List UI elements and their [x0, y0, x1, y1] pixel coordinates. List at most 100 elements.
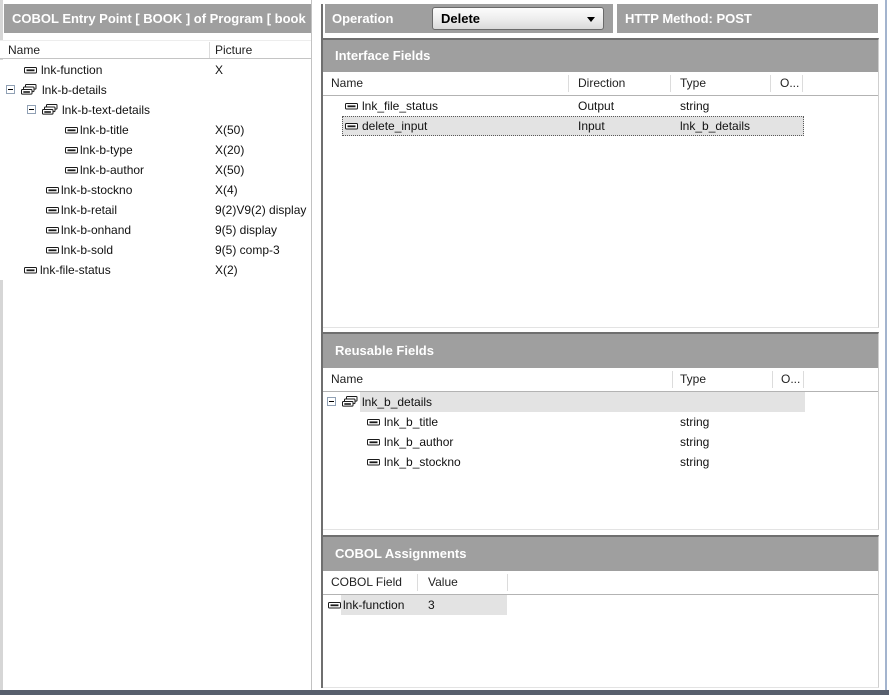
column-header-picture[interactable]: Picture: [215, 43, 252, 57]
column-header-name[interactable]: Name: [331, 76, 363, 90]
tree-row-picture: X(50): [215, 163, 244, 177]
cell-direction: Output: [578, 99, 614, 113]
reusable-field-row-lnk-b-title[interactable]: lnk_b_title string: [323, 412, 878, 432]
cell-cobol-field: lnk-function: [343, 598, 404, 612]
cell-type: string: [680, 99, 709, 113]
reusable-fields-header: Name Type O...: [323, 368, 878, 392]
http-method-bar: HTTP Method: POST: [617, 4, 878, 33]
column-separator[interactable]: [770, 75, 771, 92]
tree-row-label: lnk-b-details: [42, 83, 107, 97]
cell-name: lnk_b_details: [362, 395, 432, 409]
interface-field-row-lnk-file-status[interactable]: lnk_file_status Output string: [323, 96, 878, 116]
operation-dropdown-value: Delete: [441, 11, 480, 26]
reusable-field-row-lnk-b-author[interactable]: lnk_b_author string: [323, 432, 878, 452]
field-icon: [367, 417, 381, 427]
cell-type: string: [680, 415, 709, 429]
field-icon: [65, 165, 79, 175]
field-icon: [367, 457, 381, 467]
tree-row-lnk-b-title[interactable]: lnk-b-title X(50): [0, 120, 311, 140]
tree-row-label: lnk-b-author: [80, 163, 144, 177]
tree-row-lnk-file-status[interactable]: lnk-file-status X(2): [0, 260, 311, 280]
tree-row-picture: X(4): [215, 183, 238, 197]
tree-row-picture: X(50): [215, 123, 244, 137]
column-header-type[interactable]: Type: [680, 372, 706, 386]
column-header-name[interactable]: Name: [8, 43, 40, 57]
column-separator[interactable]: [670, 75, 671, 92]
cell-name: lnk_b_author: [384, 435, 453, 449]
tree-row-lnk-b-type[interactable]: lnk-b-type X(20): [0, 140, 311, 160]
tree-row-picture: X(20): [215, 143, 244, 157]
column-separator[interactable]: [568, 75, 569, 92]
reusable-field-row-lnk-b-details[interactable]: lnk_b_details: [323, 392, 878, 412]
column-separator[interactable]: [507, 574, 508, 591]
tree-row-picture: 9(2)V9(2) display: [215, 203, 306, 217]
tree-row-lnk-b-stockno[interactable]: lnk-b-stockno X(4): [0, 180, 311, 200]
tree-row-label: lnk-b-type: [80, 143, 133, 157]
tree-row-lnk-b-text-details[interactable]: lnk-b-text-details: [0, 100, 311, 120]
tree-row-lnk-b-sold[interactable]: lnk-b-sold 9(5) comp-3: [0, 240, 311, 260]
tree-row-label: lnk-b-stockno: [61, 183, 132, 197]
group-icon: [42, 104, 58, 116]
column-header-optional[interactable]: O...: [781, 372, 800, 386]
cobol-assignments-section: COBOL Assignments COBOL Field Value lnk-…: [323, 535, 879, 688]
tree-row-picture: X(2): [215, 263, 238, 277]
window-right-edge: [885, 0, 887, 690]
field-icon: [24, 265, 38, 275]
cobol-mapping-window: COBOL Entry Point [ BOOK ] of Program [ …: [0, 0, 889, 695]
column-separator[interactable]: [209, 42, 210, 58]
group-icon: [21, 84, 37, 96]
column-header-name[interactable]: Name: [331, 372, 363, 386]
interface-fields-title: Interface Fields: [323, 40, 878, 72]
cell-type: string: [680, 435, 709, 449]
column-separator[interactable]: [803, 371, 804, 388]
tree-row-label: lnk-b-title: [80, 123, 129, 137]
field-icon: [46, 205, 60, 215]
field-icon: [46, 185, 60, 195]
field-icon: [46, 245, 60, 255]
minus-expander-icon[interactable]: [27, 105, 36, 114]
cell-direction: Input: [578, 119, 605, 133]
field-icon: [367, 437, 381, 447]
column-separator[interactable]: [802, 75, 803, 92]
column-header-cobol-field[interactable]: COBOL Field: [331, 575, 402, 589]
reusable-fields-section: Reusable Fields Name Type O... lnk_b_det…: [323, 332, 879, 530]
minus-expander-icon[interactable]: [327, 397, 336, 406]
tree-row-lnk-function[interactable]: lnk-function X: [0, 60, 311, 80]
column-separator[interactable]: [672, 371, 673, 388]
minus-expander-icon[interactable]: [6, 85, 15, 94]
column-header-type[interactable]: Type: [680, 76, 706, 90]
tree-row-lnk-b-details[interactable]: lnk-b-details: [0, 80, 311, 100]
cell-value: 3: [428, 598, 435, 612]
field-icon: [24, 65, 38, 75]
window-bottom-edge: [0, 690, 889, 695]
tree-row-lnk-b-retail[interactable]: lnk-b-retail 9(2)V9(2) display: [0, 200, 311, 220]
column-header-value[interactable]: Value: [428, 575, 458, 589]
field-icon: [328, 600, 342, 610]
tree-row-lnk-b-author[interactable]: lnk-b-author X(50): [0, 160, 311, 180]
tree-row-label: lnk-b-text-details: [62, 103, 150, 117]
column-header-direction[interactable]: Direction: [578, 76, 625, 90]
cobol-assignments-title: COBOL Assignments: [323, 537, 878, 571]
tree-row-label: lnk-b-onhand: [61, 223, 131, 237]
cell-name: lnk_file_status: [362, 99, 438, 113]
interface-fields-section: Interface Fields Name Direction Type O..…: [323, 38, 879, 328]
tree-row-lnk-b-onhand[interactable]: lnk-b-onhand 9(5) display: [0, 220, 311, 240]
operation-bar: Operation Delete: [325, 4, 613, 33]
column-separator[interactable]: [417, 574, 418, 591]
operation-dropdown[interactable]: Delete: [432, 7, 604, 30]
reusable-field-row-lnk-b-stockno[interactable]: lnk_b_stockno string: [323, 452, 878, 472]
cell-type: lnk_b_details: [680, 119, 750, 133]
interface-field-row-delete-input[interactable]: delete_input Input lnk_b_details: [323, 116, 878, 136]
interface-fields-header: Name Direction Type O...: [323, 72, 878, 96]
column-header-optional[interactable]: O...: [780, 76, 799, 90]
panel-divider[interactable]: [311, 0, 312, 690]
column-separator[interactable]: [772, 371, 773, 388]
tree-row-picture: X: [215, 63, 223, 77]
cobol-assignment-row-lnk-function[interactable]: lnk-function 3: [323, 595, 878, 615]
cell-name: lnk_b_stockno: [384, 455, 461, 469]
field-icon: [46, 225, 60, 235]
tree-row-picture: 9(5) comp-3: [215, 243, 280, 257]
tree-row-label: lnk-function: [41, 63, 102, 77]
tree-row-label: lnk-file-status: [40, 263, 111, 277]
cobol-assignments-header: COBOL Field Value: [323, 571, 878, 595]
